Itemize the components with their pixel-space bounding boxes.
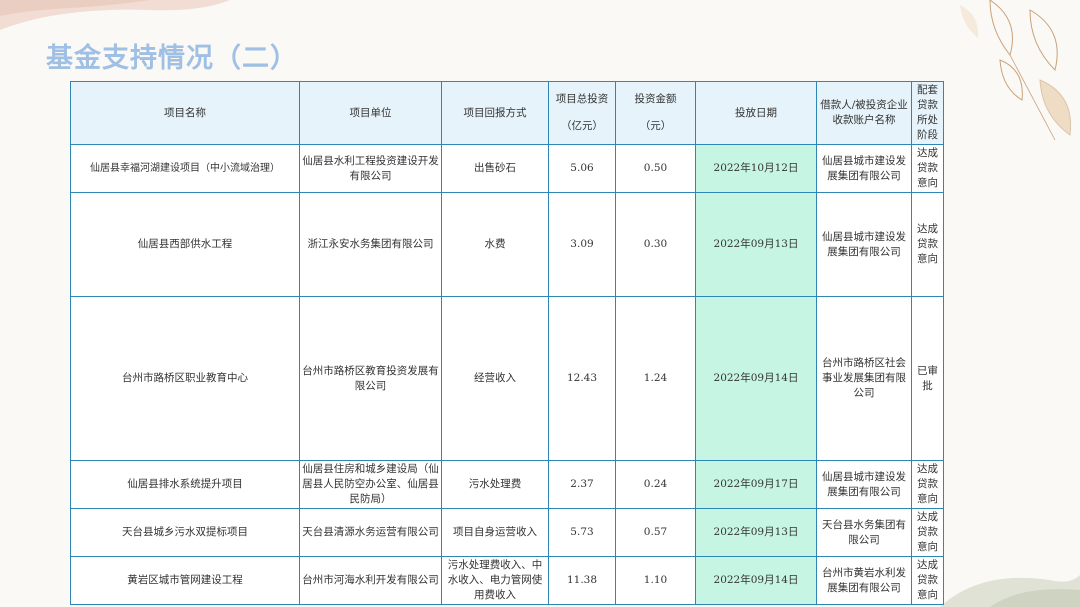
cell-loan-stage: 达成贷款意向 xyxy=(911,556,944,605)
cell-borrower: 仙居县城市建设发展集团有限公司 xyxy=(816,144,912,193)
cell-return-method: 水费 xyxy=(441,192,549,297)
cell-total-invest: 5.06 xyxy=(548,144,616,193)
cell-amount: 0.57 xyxy=(615,508,696,557)
cell-loan-stage: 达成贷款意向 xyxy=(911,192,944,297)
cell-name: 黄岩区城市管网建设工程 xyxy=(70,556,300,605)
header-total-invest-label: 项目总投资 xyxy=(555,93,609,105)
header-amount-unit: （元） xyxy=(639,120,672,132)
table-row: 黄岩区城市管网建设工程 台州市河海水利开发有限公司 污水处理费收入、中水收入、电… xyxy=(70,556,944,605)
cell-loan-stage: 达成贷款意向 xyxy=(911,508,944,557)
page-title: 基金支持情况（二） xyxy=(46,43,298,74)
table-row: 仙居县西部供水工程 浙江永安水务集团有限公司 水费 3.09 0.30 2022… xyxy=(70,192,944,297)
top-left-watercolor-decoration xyxy=(0,0,230,30)
top-right-leaves-decoration xyxy=(960,0,1072,141)
cell-date: 2022年09月17日 xyxy=(695,460,817,509)
cell-total-invest: 5.73 xyxy=(548,508,616,557)
table-row: 台州市路桥区职业教育中心 台州市路桥区教育投资发展有限公司 经营收入 12.43… xyxy=(70,296,944,461)
cell-name: 仙居县幸福河湖建设项目（中小流域治理） xyxy=(70,144,300,193)
header-unit: 项目单位 xyxy=(299,81,442,145)
cell-unit: 仙居县住房和城乡建设局（仙居县人民防空办公室、仙居县民防局） xyxy=(299,460,442,509)
header-amount-label: 投资金额 xyxy=(634,93,677,105)
cell-borrower: 天台县水务集团有限公司 xyxy=(816,508,912,557)
cell-loan-stage: 达成贷款意向 xyxy=(911,144,944,193)
cell-date: 2022年10月12日 xyxy=(695,144,817,193)
cell-borrower: 台州市黄岩水利发展集团有限公司 xyxy=(816,556,912,605)
cell-unit: 台州市路桥区教育投资发展有限公司 xyxy=(299,296,442,461)
cell-unit: 天台县清源水务运营有限公司 xyxy=(299,508,442,557)
fund-support-table: 项目名称 项目单位 项目回报方式 项目总投资 （亿元） 投资金额 （元） 投放日… xyxy=(70,81,944,605)
cell-date: 2022年09月13日 xyxy=(695,508,817,557)
header-name: 项目名称 xyxy=(70,81,300,145)
cell-return-method: 出售砂石 xyxy=(441,144,549,193)
cell-unit: 台州市河海水利开发有限公司 xyxy=(299,556,442,605)
cell-return-method: 污水处理费 xyxy=(441,460,549,509)
cell-return-method: 项目自身运营收入 xyxy=(441,508,549,557)
table-row: 天台县城乡污水双提标项目 天台县清源水务运营有限公司 项目自身运营收入 5.73… xyxy=(70,508,944,557)
cell-name: 仙居县排水系统提升项目 xyxy=(70,460,300,509)
header-date: 投放日期 xyxy=(695,81,817,145)
header-borrower: 借款人/被投资企业收款账户名称 xyxy=(816,81,912,145)
table-row: 仙居县幸福河湖建设项目（中小流域治理） 仙居县水利工程投资建设开发有限公司 出售… xyxy=(70,144,944,193)
cell-amount: 0.50 xyxy=(615,144,696,193)
cell-amount: 1.10 xyxy=(615,556,696,605)
cell-total-invest: 3.09 xyxy=(548,192,616,297)
cell-unit: 浙江永安水务集团有限公司 xyxy=(299,192,442,297)
cell-loan-stage: 已审批 xyxy=(911,296,944,461)
cell-name: 天台县城乡污水双提标项目 xyxy=(70,508,300,557)
cell-total-invest: 11.38 xyxy=(548,556,616,605)
header-total-invest-unit: （亿元） xyxy=(561,120,603,132)
header-total-invest: 项目总投资 （亿元） xyxy=(548,81,616,145)
cell-name: 台州市路桥区职业教育中心 xyxy=(70,296,300,461)
header-amount: 投资金额 （元） xyxy=(615,81,696,145)
cell-borrower: 台州市路桥区社会事业发展集团有限公司 xyxy=(816,296,912,461)
cell-borrower: 仙居县城市建设发展集团有限公司 xyxy=(816,460,912,509)
cell-borrower: 仙居县城市建设发展集团有限公司 xyxy=(816,192,912,297)
cell-return-method: 污水处理费收入、中水收入、电力管网使用费收入 xyxy=(441,556,549,605)
cell-loan-stage: 达成贷款意向 xyxy=(911,460,944,509)
cell-return-method: 经营收入 xyxy=(441,296,549,461)
table-header-row: 项目名称 项目单位 项目回报方式 项目总投资 （亿元） 投资金额 （元） 投放日… xyxy=(70,81,944,145)
cell-amount: 1.24 xyxy=(615,296,696,461)
cell-unit: 仙居县水利工程投资建设开发有限公司 xyxy=(299,144,442,193)
header-loan-stage: 配套贷款所处阶段 xyxy=(911,81,944,145)
table-row: 仙居县排水系统提升项目 仙居县住房和城乡建设局（仙居县人民防空办公室、仙居县民防… xyxy=(70,460,944,509)
header-return-method: 项目回报方式 xyxy=(441,81,549,145)
cell-date: 2022年09月14日 xyxy=(695,556,817,605)
cell-name: 仙居县西部供水工程 xyxy=(70,192,300,297)
cell-total-invest: 2.37 xyxy=(548,460,616,509)
cell-total-invest: 12.43 xyxy=(548,296,616,461)
cell-amount: 0.24 xyxy=(615,460,696,509)
cell-date: 2022年09月13日 xyxy=(695,192,817,297)
cell-amount: 0.30 xyxy=(615,192,696,297)
cell-date: 2022年09月14日 xyxy=(695,296,817,461)
